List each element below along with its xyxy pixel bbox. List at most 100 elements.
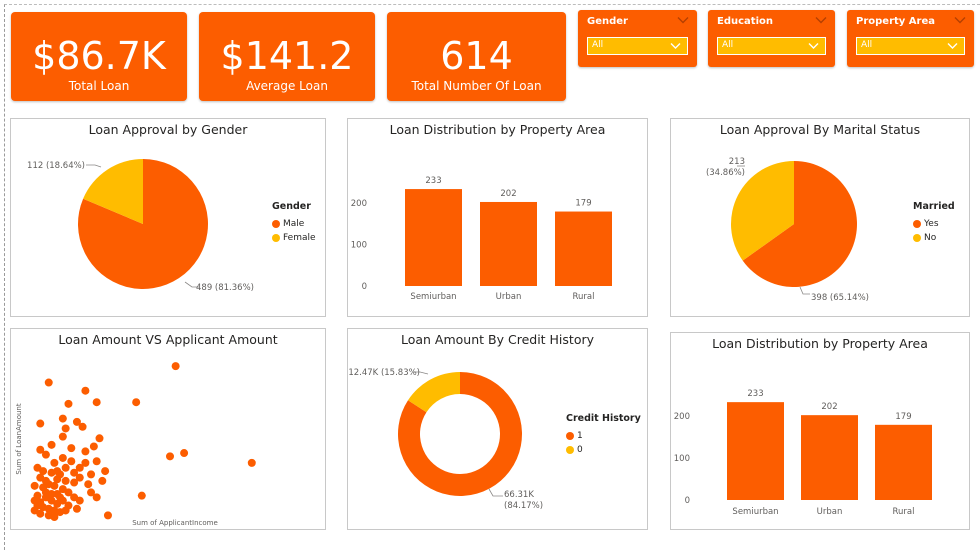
data-label: 489 (81.36%) [196, 283, 254, 293]
kpi-value: $141.2 [220, 34, 354, 78]
scatter-point [58, 453, 67, 462]
scatter-point [50, 513, 59, 521]
data-label: 112 (18.64%) [27, 161, 85, 171]
scatter-point [61, 463, 70, 472]
y-tick-label: 100 [351, 240, 367, 250]
scatter-point [56, 493, 65, 502]
legend-marker [913, 234, 921, 242]
x-tick-label: Urban [817, 507, 843, 517]
scatter-point [53, 475, 62, 484]
kpi-value: 614 [440, 34, 513, 78]
scatter-point [171, 362, 180, 371]
slicer-education[interactable]: Education All [708, 10, 835, 67]
kpi-label: Total Number Of Loan [411, 79, 542, 93]
legend-item[interactable]: No [913, 231, 955, 245]
legend-item[interactable]: Male [272, 217, 316, 231]
legend-label: 1 [577, 431, 583, 441]
data-label: 233 [425, 176, 441, 186]
bar-urban [801, 415, 858, 500]
y-tick-label: 200 [674, 412, 690, 422]
chart-loan-vs-applicant-scatter[interactable]: Loan Amount VS Applicant Amount Sum of A… [10, 328, 326, 530]
scatter-point [92, 457, 101, 466]
slicer-value: All [722, 40, 734, 50]
scatter-point [137, 491, 146, 500]
scatter-point [39, 467, 48, 476]
kpi-value: $86.7K [32, 34, 166, 78]
data-label: 66.31K [504, 490, 534, 500]
scatter-point [36, 509, 45, 518]
scatter-point [53, 467, 62, 476]
chart-property-area-bar[interactable]: Loan Distribution by Property Area 0 100 2… [347, 118, 648, 317]
kpi-total-number-of-loan[interactable]: 614 Total Number Of Loan [387, 12, 566, 101]
chart-marital-status-pie[interactable]: Loan Approval By Marital Status 398 (65.… [670, 118, 970, 317]
slicer-property-area[interactable]: Property Area All [847, 10, 974, 67]
slicer-gender[interactable]: Gender All [578, 10, 697, 67]
scatter-point [44, 378, 53, 387]
scatter-point [95, 434, 104, 443]
slicer-title: Property Area [856, 16, 935, 27]
scatter-point [98, 476, 107, 485]
chevron-down-icon [808, 43, 819, 49]
label-leader-line [86, 164, 102, 168]
scatter-point [61, 476, 70, 485]
chart-gender-pie[interactable]: Loan Approval by Gender 489 (81.36%) 112 … [10, 118, 326, 317]
y-tick-label: 100 [674, 454, 690, 464]
y-tick-label: 0 [685, 496, 690, 506]
label-leader-line [799, 286, 810, 295]
slicer-title: Gender [587, 16, 628, 27]
legend-title: Credit History [566, 413, 641, 424]
kpi-average-loan[interactable]: $141.2 Average Loan [199, 12, 375, 101]
scatter-point [89, 442, 98, 451]
chevron-down-icon[interactable] [954, 16, 966, 24]
slicer-dropdown[interactable]: All [856, 37, 965, 55]
x-tick-label: Semiurban [410, 292, 456, 302]
bar-plot: 0 100 200 233 Semiurban 202 Urban 179 Rural [351, 176, 612, 302]
slicer-dropdown[interactable]: All [717, 37, 826, 55]
scatter-point [64, 399, 73, 408]
legend-item[interactable]: Yes [913, 217, 955, 231]
scatter-point [30, 481, 39, 490]
x-tick-label: Rural [573, 292, 595, 302]
scatter-point [36, 445, 45, 454]
scatter-point [67, 444, 76, 453]
scatter-point [81, 386, 90, 395]
legend-label: Yes [924, 219, 939, 229]
chevron-down-icon[interactable] [815, 16, 827, 24]
scatter-point [41, 476, 50, 485]
scatter-point [30, 496, 39, 505]
data-label: 213 [729, 157, 745, 167]
x-axis-label: Sum of ApplicantIncome [132, 519, 218, 527]
scatter-point [87, 470, 96, 479]
chevron-down-icon[interactable] [677, 16, 689, 24]
scatter-point [58, 432, 67, 441]
bar-rural [875, 424, 932, 500]
legend-item[interactable]: 1 [566, 429, 641, 443]
scatter-point [75, 496, 84, 505]
bar-urban [480, 201, 537, 286]
legend-label: Male [283, 219, 305, 229]
scatter-point [61, 424, 70, 433]
slicer-dropdown[interactable]: All [587, 37, 688, 55]
scatter-point [92, 493, 101, 502]
legend-label: 0 [577, 445, 583, 455]
bar-plot: 0 100 200 233 Semiurban 202 Urban 179 Rural [674, 389, 932, 517]
scatter-point [101, 467, 110, 476]
scatter-point [47, 490, 56, 499]
data-label: 179 [575, 199, 591, 209]
legend-marker [566, 432, 574, 440]
chart-legend: Credit History 1 0 [566, 413, 641, 457]
slicer-title: Education [717, 16, 773, 27]
chart-property-area-bar-2[interactable]: Loan Distribution by Property Area 0 100 2… [670, 332, 970, 530]
kpi-label: Total Loan [68, 79, 130, 93]
legend-item[interactable]: Female [272, 231, 316, 245]
chart-legend: Gender Male Female [272, 201, 316, 245]
data-label: (84.17%) [504, 501, 543, 511]
chart-credit-history-donut[interactable]: Loan Amount By Credit History 66.31K (84.… [347, 328, 648, 530]
legend-item[interactable]: 0 [566, 443, 641, 457]
scatter-point [70, 468, 79, 477]
kpi-total-loan[interactable]: $86.7K Total Loan [11, 12, 187, 101]
scatter-point [64, 488, 73, 497]
data-label: 179 [895, 412, 911, 422]
scatter-plot: Sum of ApplicantIncome Sum of LoanAmount [15, 362, 256, 527]
data-label: (34.86%) [706, 168, 745, 178]
